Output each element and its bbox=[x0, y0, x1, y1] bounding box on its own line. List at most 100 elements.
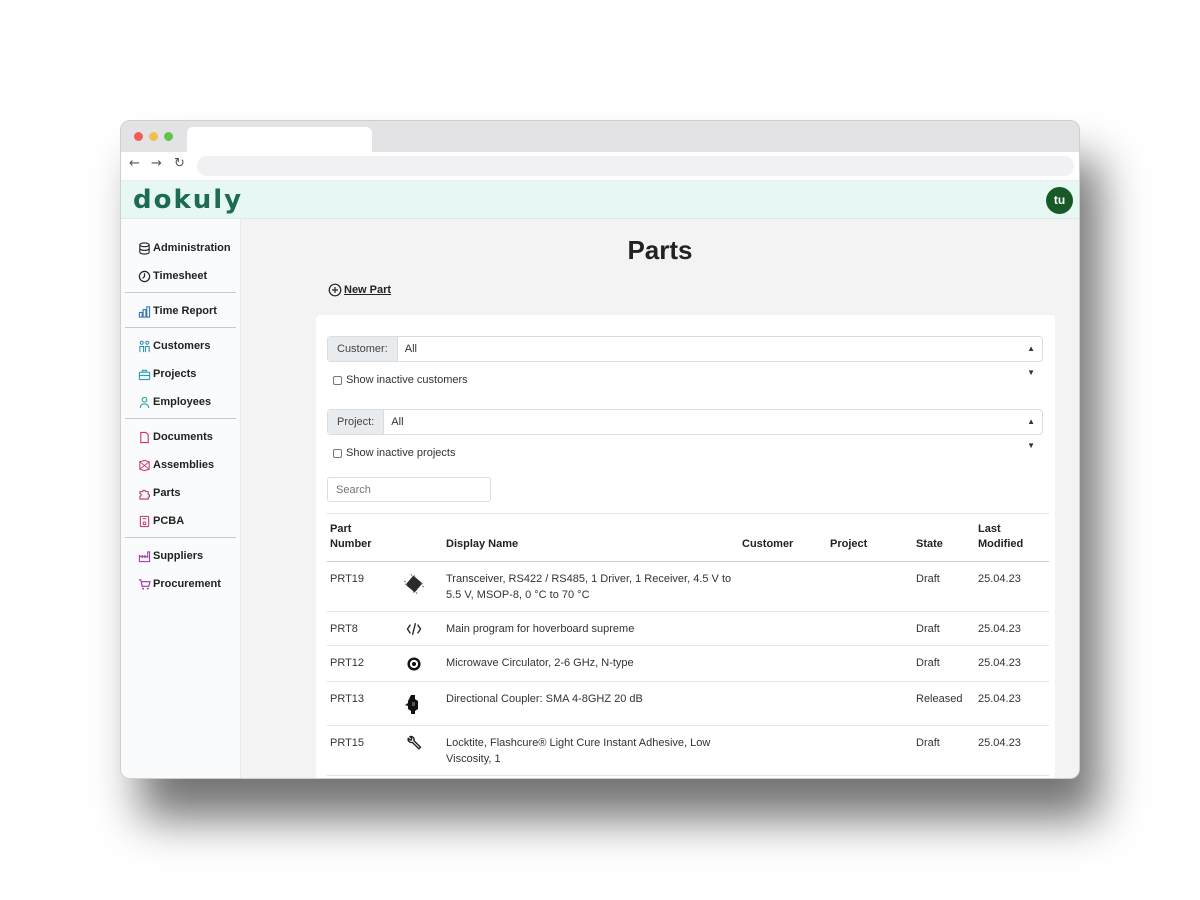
sidebar-divider bbox=[125, 327, 236, 328]
sidebar-item-label: Customers bbox=[153, 340, 211, 352]
select-arrows-icon: ▲ ▼ bbox=[1027, 417, 1035, 450]
browser-window: ← → ↻ dokuly tu Administration Timesheet… bbox=[120, 120, 1080, 779]
new-part-label: New Part bbox=[344, 284, 392, 296]
project-select-value: All bbox=[391, 416, 404, 428]
sidebar-item-suppliers[interactable]: Suppliers bbox=[121, 542, 240, 570]
table-row[interactable]: PRT19 Transceiver, RS422 / RS485, 1 Driv… bbox=[327, 561, 1049, 612]
sidebar-item-administration[interactable]: Administration bbox=[121, 234, 240, 262]
sidebar-item-timesheet[interactable]: Timesheet bbox=[121, 262, 240, 290]
select-arrows-icon: ▲ ▼ bbox=[1027, 344, 1035, 377]
sidebar-item-time-report[interactable]: Time Report bbox=[121, 297, 240, 325]
sidebar: Administration Timesheet Time Report Cus… bbox=[121, 219, 241, 778]
project-select[interactable]: All ▲ ▼ bbox=[384, 410, 1042, 450]
cell-customer bbox=[739, 681, 827, 726]
sidebar-item-label: Assemblies bbox=[153, 459, 215, 471]
header-text: Part bbox=[330, 523, 352, 535]
app-header: dokuly tu bbox=[121, 181, 1079, 219]
sidebar-item-employees[interactable]: Employees bbox=[121, 388, 240, 416]
sidebar-item-label: Timesheet bbox=[153, 270, 208, 282]
document-icon bbox=[140, 431, 149, 443]
chip-icon bbox=[403, 573, 425, 595]
cell-part-number: PRT15 bbox=[327, 725, 400, 776]
sidebar-item-label: Documents bbox=[153, 431, 213, 443]
browser-tab[interactable] bbox=[187, 127, 372, 152]
table-row[interactable]: PRT15 Locktite, Flashcure® Light Cure In… bbox=[327, 725, 1049, 776]
cell-customer bbox=[739, 611, 827, 646]
sidebar-item-parts[interactable]: Parts bbox=[121, 479, 240, 507]
customer-filter[interactable]: Customer: All ▲ ▼ bbox=[327, 336, 1043, 377]
minimize-window-button[interactable] bbox=[149, 132, 158, 141]
browser-navbar: ← → ↻ bbox=[121, 152, 1079, 181]
cell-project bbox=[827, 681, 913, 726]
person-icon bbox=[139, 396, 150, 408]
search-input[interactable] bbox=[327, 477, 491, 502]
sidebar-divider bbox=[125, 537, 236, 538]
app-logo[interactable]: dokuly bbox=[133, 185, 243, 215]
header-text: Last bbox=[978, 523, 1001, 535]
column-header-state[interactable]: State bbox=[913, 513, 975, 562]
customer-filter-label: Customer: bbox=[328, 337, 398, 361]
checkbox-box[interactable] bbox=[333, 375, 342, 385]
new-part-button[interactable]: New Part bbox=[328, 283, 391, 297]
checkbox-label: Show inactive customers bbox=[346, 374, 468, 386]
close-window-button[interactable] bbox=[134, 132, 143, 141]
table-row[interactable]: PRT8 Main program for hoverboard supreme… bbox=[327, 611, 1049, 646]
sidebar-item-procurement[interactable]: Procurement bbox=[121, 570, 240, 598]
sidebar-item-label: Time Report bbox=[153, 305, 217, 317]
sidebar-item-label: PCBA bbox=[153, 515, 185, 527]
cell-state: Released bbox=[913, 681, 975, 726]
briefcase-icon bbox=[138, 369, 151, 380]
maximize-window-button[interactable] bbox=[164, 132, 173, 141]
cell-state: Draft bbox=[913, 725, 975, 776]
cell-customer bbox=[739, 645, 827, 682]
cell-display-name: Directional Coupler: SMA 4-8GHZ 20 dB bbox=[443, 681, 739, 726]
cell-last-modified: 25.04.23 bbox=[975, 561, 1049, 612]
cell-part-number: PRT8 bbox=[327, 611, 400, 646]
cell-last-modified: 25.04.23 bbox=[975, 611, 1049, 646]
sidebar-item-documents[interactable]: Documents bbox=[121, 423, 240, 451]
column-header-part-number[interactable]: Part Number bbox=[327, 513, 400, 562]
puzzle-icon bbox=[139, 489, 151, 500]
column-header-customer[interactable]: Customer bbox=[739, 513, 827, 562]
sidebar-item-projects[interactable]: Projects bbox=[121, 360, 240, 388]
table-row[interactable]: PRT13 Directional Coupler: SMA 4-8GHZ 20… bbox=[327, 681, 1049, 726]
page-title: Parts bbox=[627, 235, 693, 265]
table-row[interactable]: PRT12 Microwave Circulator, 2-6 GHz, N-t… bbox=[327, 645, 1049, 682]
plus-circle-icon bbox=[328, 283, 342, 297]
sidebar-item-label: Suppliers bbox=[153, 550, 204, 562]
wrench-icon bbox=[407, 735, 422, 750]
app-body: Administration Timesheet Time Report Cus… bbox=[121, 219, 1079, 778]
column-header-display-name[interactable]: Display Name bbox=[443, 513, 739, 562]
checkbox-box[interactable] bbox=[333, 448, 342, 458]
arrow-left-icon[interactable]: ← bbox=[129, 156, 140, 171]
show-inactive-customers-checkbox[interactable]: Show inactive customers bbox=[333, 374, 468, 386]
pcb-icon bbox=[139, 515, 150, 527]
sidebar-item-label: Administration bbox=[153, 242, 231, 254]
cell-last-modified: 25.04.23 bbox=[975, 681, 1049, 726]
cell-part-number: PRT19 bbox=[327, 561, 400, 612]
cell-display-name: Main program for hoverboard supreme bbox=[443, 611, 739, 646]
cell-last-modified: 25.04.23 bbox=[975, 645, 1049, 682]
customer-select[interactable]: All ▲ ▼ bbox=[398, 337, 1042, 377]
cell-display-name: Locktite, Flashcure® Light Cure Instant … bbox=[443, 725, 739, 776]
cell-state: Draft bbox=[913, 611, 975, 646]
sidebar-divider bbox=[125, 418, 236, 419]
database-icon bbox=[139, 241, 150, 255]
sidebar-item-pcba[interactable]: PCBA bbox=[121, 507, 240, 535]
column-header-project[interactable]: Project bbox=[827, 513, 913, 562]
arrow-right-icon[interactable]: → bbox=[151, 156, 162, 171]
assembly-icon bbox=[139, 459, 150, 471]
cell-last-modified: 25.04.23 bbox=[975, 725, 1049, 776]
sidebar-item-customers[interactable]: Customers bbox=[121, 332, 240, 360]
show-inactive-projects-checkbox[interactable]: Show inactive projects bbox=[333, 447, 455, 459]
column-header-last-modified[interactable]: Last Modified bbox=[975, 513, 1049, 562]
cell-project bbox=[827, 645, 913, 682]
user-avatar[interactable]: tu bbox=[1046, 187, 1073, 214]
clock-icon bbox=[138, 270, 151, 282]
reload-icon[interactable]: ↻ bbox=[174, 156, 185, 171]
parts-table: Part Number Display Name Customer Project… bbox=[327, 513, 1049, 776]
project-filter-label: Project: bbox=[328, 410, 385, 434]
project-filter[interactable]: Project: All ▲ ▼ bbox=[327, 409, 1043, 450]
sidebar-item-assemblies[interactable]: Assemblies bbox=[121, 451, 240, 479]
address-bar[interactable] bbox=[197, 156, 1074, 176]
